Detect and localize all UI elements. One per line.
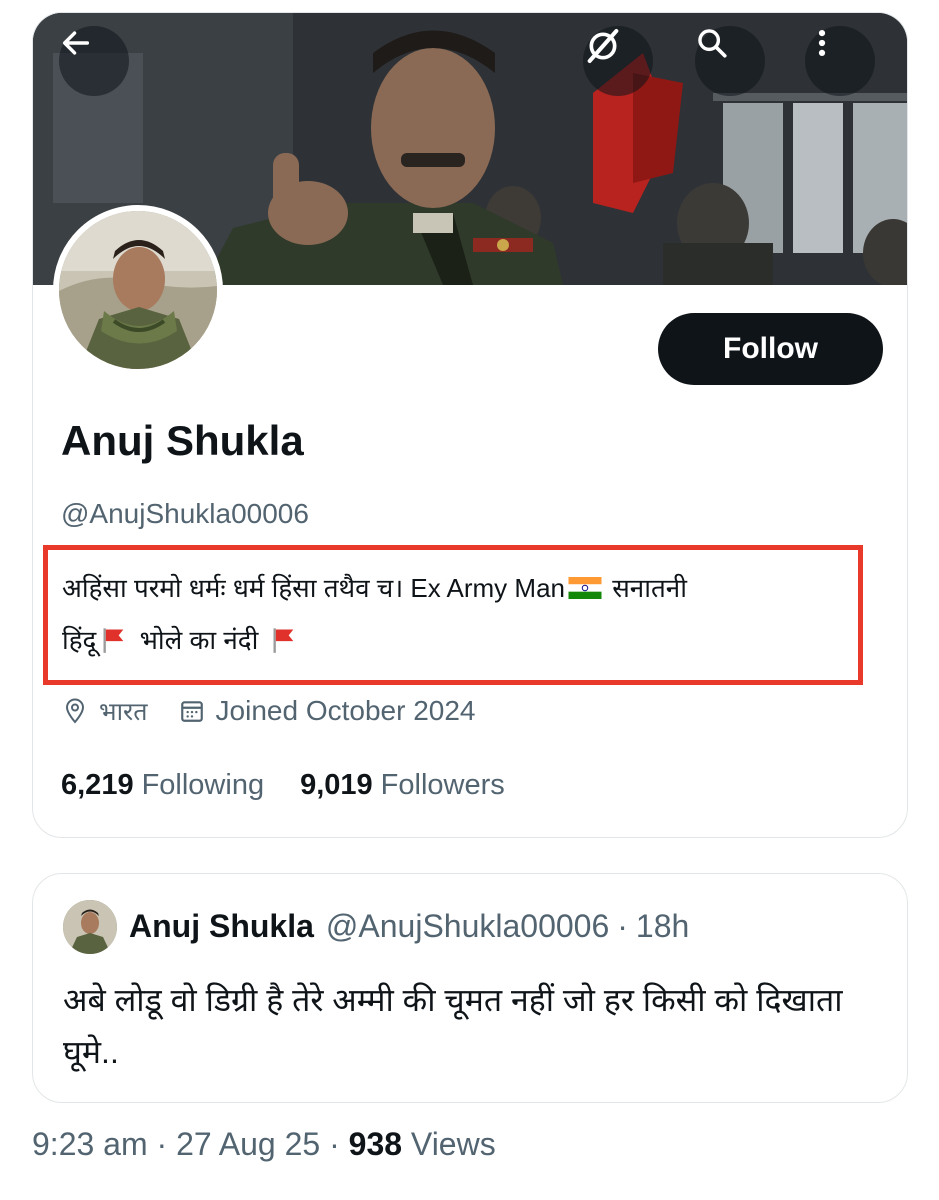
post-footer: 9:23 am · 27 Aug 25 · 938 Views bbox=[32, 1126, 496, 1163]
profile-handle: @AnujShukla00006 bbox=[61, 498, 309, 529]
profile-display-name: Anuj Shukla bbox=[61, 417, 304, 464]
profile-card: Follow Anuj Shukla @AnujShukla00006 अहिं… bbox=[32, 12, 908, 838]
tweet-avatar[interactable] bbox=[63, 900, 117, 954]
profile-bio: अहिंसा परमो धर्मः धर्म हिंसा तथैव च। Ex … bbox=[62, 562, 852, 666]
search-button[interactable] bbox=[695, 26, 765, 96]
profile-location: भारत bbox=[99, 698, 148, 726]
following-link[interactable]: 6,219 Following bbox=[61, 769, 300, 802]
india-flag-icon bbox=[568, 577, 602, 599]
followers-link[interactable]: 9,019 Followers bbox=[300, 769, 541, 802]
calendar-icon bbox=[178, 697, 206, 725]
profile-meta: भारत Joined October 2024 bbox=[61, 691, 476, 731]
tweet-header: Anuj Shukla @AnujShukla00006 · 18h bbox=[129, 908, 689, 945]
followers-count: 9,019 bbox=[300, 768, 373, 801]
following-label: Following bbox=[141, 768, 265, 801]
post-timestamp[interactable]: 9:23 am · 27 Aug 25 · bbox=[32, 1126, 349, 1162]
bio-highlight-box: अहिंसा परमो धर्मः धर्म हिंसा तथैव च। Ex … bbox=[43, 545, 863, 685]
bio-text-2: सनातनी bbox=[605, 573, 687, 603]
bio-text-1: अहिंसा परमो धर्मः धर्म हिंसा तथैव च। Ex … bbox=[62, 573, 565, 603]
followers-label: Followers bbox=[380, 768, 505, 801]
location-icon bbox=[61, 697, 89, 725]
tweet-text: अबे लोडू वो डिग्री है तेरे अम्मी की चूमत… bbox=[63, 982, 843, 1070]
red-flag-icon bbox=[273, 628, 293, 653]
more-button[interactable] bbox=[805, 26, 875, 96]
back-button[interactable] bbox=[59, 26, 129, 96]
tweet-timestamp[interactable]: 18h bbox=[636, 908, 689, 945]
tweet-author-handle[interactable]: @AnujShukla00006 bbox=[326, 908, 609, 945]
bio-text-3: हिंदू bbox=[62, 625, 97, 655]
red-flag-icon bbox=[103, 628, 124, 653]
profile-joined-date: Joined October 2024 bbox=[215, 695, 476, 726]
bio-text-4: भोले का नंदी bbox=[132, 625, 266, 655]
follow-button[interactable]: Follow bbox=[658, 313, 883, 385]
views-label: Views bbox=[402, 1126, 496, 1162]
tweet-separator: · bbox=[617, 908, 628, 944]
profile-avatar[interactable] bbox=[53, 205, 223, 375]
tweet-author-name[interactable]: Anuj Shukla bbox=[129, 908, 314, 945]
profile-stats: 6,219 Following 9,019 Followers bbox=[61, 765, 541, 805]
quoted-tweet-card[interactable]: Anuj Shukla @AnujShukla00006 · 18h अबे ल… bbox=[32, 873, 908, 1103]
views-count: 938 bbox=[348, 1126, 403, 1162]
following-count: 6,219 bbox=[61, 768, 134, 801]
grok-button[interactable] bbox=[583, 26, 653, 96]
